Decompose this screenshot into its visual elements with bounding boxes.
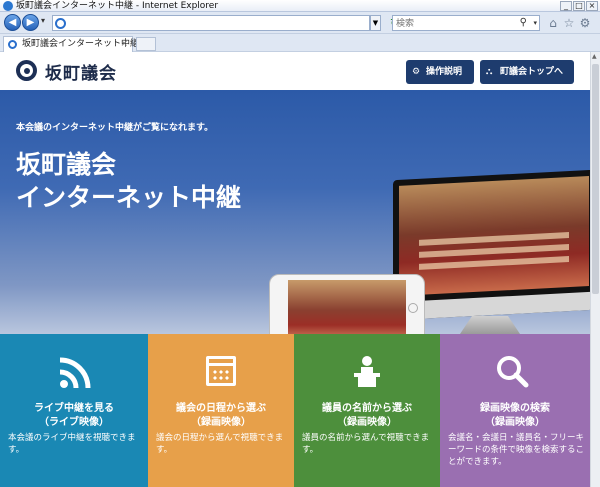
site-header: 坂町議会 ⚙ 操作説明 ⛬ 町議会トップへ	[0, 52, 590, 90]
tab-close-icon[interactable]: ×	[120, 37, 128, 52]
calendar-icon	[206, 356, 236, 386]
monitor-stand	[460, 316, 520, 334]
gear-icon: ⚙	[412, 67, 421, 77]
sitemap-icon: ⛬	[486, 67, 493, 77]
home-icon[interactable]: ⌂	[546, 16, 560, 30]
settings-gear-icon[interactable]: ⚙	[578, 16, 592, 30]
live-broadcast-icon	[59, 357, 91, 389]
hero-title-line2: インターネット中継	[16, 183, 242, 212]
scroll-up-icon[interactable]: ▲	[592, 53, 597, 60]
tile-member-title: 議員の名前から選ぶ （録画映像）	[322, 403, 412, 428]
guide-button-label: 操作説明	[426, 67, 463, 77]
vertical-scrollbar[interactable]: ▲	[590, 52, 600, 487]
new-tab-button[interactable]	[136, 37, 156, 51]
minimize-button[interactable]: _	[560, 1, 572, 11]
address-bar[interactable]	[52, 15, 370, 31]
council-top-button[interactable]: ⛬ 町議会トップへ	[480, 60, 574, 84]
site-logo-text[interactable]: 坂町議会	[45, 59, 117, 84]
council-top-button-label: 町議会トップへ	[500, 67, 564, 77]
favorites-star-icon[interactable]: ☆	[562, 16, 576, 30]
podium-speaker-icon	[354, 356, 380, 387]
search-dropdown-icon[interactable]: ▾	[533, 16, 537, 30]
phone-home-button	[408, 303, 418, 313]
feature-tiles: ライブ中継を見る （ライブ映像） 本会議のライブ中継を視聴できます。 議会の日程…	[0, 334, 590, 487]
close-button[interactable]: ×	[586, 1, 598, 11]
tile-member-desc: 議員の名前から選んで視聴できます。	[302, 433, 430, 455]
ie-app-icon	[3, 1, 13, 11]
tile-schedule[interactable]: 議会の日程から選ぶ （録画映像） 議会の日程から選んで視聴できます。	[148, 334, 294, 487]
window-controls: _ □ ×	[560, 1, 598, 11]
browser-tab[interactable]: 坂町議会インターネット中継 ×	[3, 36, 139, 52]
tab-ie-icon	[8, 40, 17, 49]
smartphone-image	[269, 274, 425, 334]
tile-search[interactable]: 録画映像の検索 （録画映像） 会議名・会議日・議員名・フリーキーワードの条件で映…	[440, 334, 590, 487]
history-dropdown-icon[interactable]: ▾	[41, 16, 45, 25]
guide-button[interactable]: ⚙ 操作説明	[406, 60, 474, 84]
tile-member[interactable]: 議員の名前から選ぶ （録画映像） 議員の名前から選んで視聴できます。	[294, 334, 440, 487]
scrollbar-thumb[interactable]	[592, 64, 599, 294]
hero-title-line1: 坂町議会	[16, 150, 117, 179]
phone-assembly-hall-image	[288, 280, 406, 334]
search-box[interactable]: ⚲ ▾	[392, 15, 540, 31]
tile-search-desc: 会議名・会議日・議員名・フリーキーワードの条件で映像を検索することができます。	[448, 433, 585, 467]
hero-subtitle: 本会議のインターネット中継がご覧になれます。	[16, 123, 214, 133]
tile-live-desc: 本会議のライブ中継を視聴できます。	[8, 433, 136, 455]
maximize-button[interactable]: □	[573, 1, 585, 11]
assembly-hall-image	[399, 175, 589, 296]
hero-title: 坂町議会 インターネット中継	[16, 148, 241, 214]
hero-banner: 本会議のインターネット中継がご覧になれます。 坂町議会 インターネット中継	[0, 90, 590, 334]
window-title: 坂町議会インターネット中継 - Internet Explorer	[16, 1, 219, 11]
search-icon[interactable]: ⚲	[520, 16, 527, 30]
back-button[interactable]: ◀	[4, 14, 21, 31]
address-dropdown-button[interactable]: ▼	[370, 15, 381, 31]
tab-bar: 坂町議会インターネット中継 ×	[0, 34, 600, 52]
tile-schedule-desc: 議会の日程から選んで視聴できます。	[156, 433, 284, 455]
search-input[interactable]	[393, 17, 513, 31]
window-titlebar: 坂町議会インターネット中継 - Internet Explorer _ □ ×	[0, 0, 600, 12]
forward-button[interactable]: ▶	[22, 14, 39, 31]
tile-schedule-title: 議会の日程から選ぶ （録画映像）	[176, 403, 266, 428]
page-viewport: 坂町議会 ⚙ 操作説明 ⛬ 町議会トップへ 本会議のインターネット中継がご覧にな…	[0, 52, 590, 487]
ie-page-icon	[55, 18, 66, 29]
search-icon	[497, 356, 529, 388]
tile-live-title: ライブ中継を見る （ライブ映像）	[34, 403, 114, 428]
council-logo-icon[interactable]	[16, 60, 37, 81]
tile-live[interactable]: ライブ中継を見る （ライブ映像） 本会議のライブ中継を視聴できます。	[0, 334, 148, 487]
tile-search-title: 録画映像の検索 （録画映像）	[480, 403, 550, 428]
browser-navbar: ◀ ▶ ▾ ▼ ↻ ⚲ ▾ ⌂ ☆ ⚙	[0, 12, 600, 34]
